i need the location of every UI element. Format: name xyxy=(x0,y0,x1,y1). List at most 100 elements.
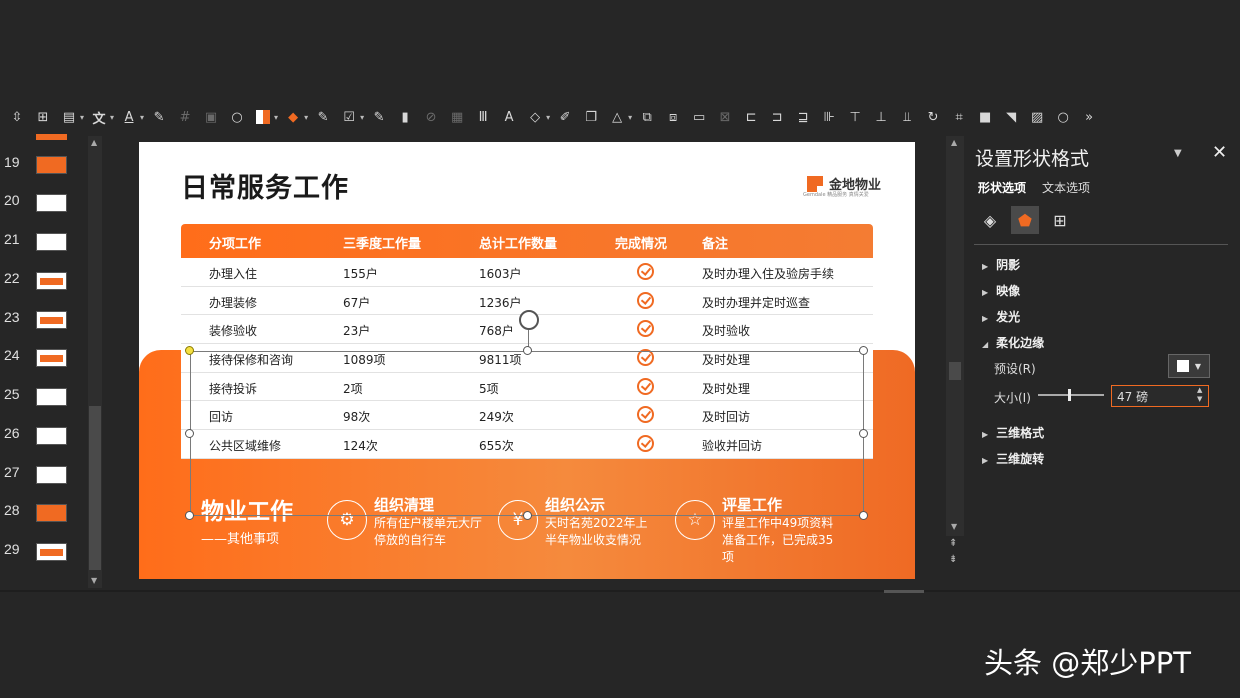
section-subheading[interactable]: ——其他事项 xyxy=(201,528,279,547)
size-properties-icon[interactable]: ⊞ xyxy=(1046,206,1074,234)
close-icon[interactable]: ✕ xyxy=(1212,142,1227,163)
chevron-down-icon[interactable]: ▾ xyxy=(140,113,144,122)
arrange-icon[interactable]: ⧉ xyxy=(636,106,658,128)
group-icon[interactable]: ⧈ xyxy=(662,106,684,128)
rotate-handle-icon[interactable] xyxy=(519,310,539,330)
thumbnail-21[interactable]: 21 xyxy=(0,231,86,253)
chevron-down-icon[interactable]: ▾ xyxy=(304,113,308,122)
scroll-thumb[interactable] xyxy=(949,362,961,380)
layers-icon[interactable]: ❐ xyxy=(580,106,602,128)
brush-icon[interactable]: ✐ xyxy=(554,106,576,128)
horizontal-scroll-thumb[interactable] xyxy=(884,590,924,593)
thumbnail-23[interactable]: 23 xyxy=(0,309,86,331)
square-icon[interactable]: ■ xyxy=(974,106,996,128)
section-reflection[interactable]: ▶ 映像 xyxy=(982,282,1020,299)
table-row[interactable]: 办理入住 155户 1603户 及时办理入住及验房手续 xyxy=(181,258,873,287)
tab-shape-options[interactable]: 形状选项 xyxy=(978,179,1026,196)
rotate-icon[interactable]: ↻ xyxy=(922,106,944,128)
slider-handle[interactable] xyxy=(1067,389,1071,401)
scroll-up-icon[interactable]: ▲ xyxy=(91,138,97,147)
fill-icon[interactable]: ◥ xyxy=(1000,106,1022,128)
thumbnail-20[interactable]: 20 xyxy=(0,192,86,214)
align-bottom-icon[interactable]: ⫫ xyxy=(896,106,918,128)
section-soft-edges[interactable]: ◢ 柔化边缘 xyxy=(982,334,1044,351)
preset-dropdown[interactable]: ▼ xyxy=(1168,354,1210,378)
eyedropper-icon[interactable]: ✎ xyxy=(368,106,390,128)
section-3d-rotation[interactable]: ▶ 三维旋转 xyxy=(982,450,1044,467)
image-icon[interactable]: ▨ xyxy=(1026,106,1048,128)
previous-slide-icon[interactable]: ⇞ xyxy=(949,538,957,549)
size-input[interactable] xyxy=(1111,385,1209,407)
columns-icon[interactable]: Ⅲ xyxy=(472,106,494,128)
chevron-down-icon[interactable]: ▾ xyxy=(628,113,632,122)
resize-handle-right[interactable] xyxy=(859,429,868,438)
pane-menu-icon[interactable]: ▼ xyxy=(1174,148,1182,159)
scroll-down-icon[interactable]: ▼ xyxy=(951,522,957,531)
shape-icon[interactable]: ◇ xyxy=(524,106,546,128)
align-icon[interactable]: ⊞ xyxy=(32,106,54,128)
chevron-down-icon[interactable]: ▾ xyxy=(110,113,114,122)
eyedropper-icon[interactable]: ✎ xyxy=(312,106,334,128)
delete-icon[interactable]: ⊠ xyxy=(714,106,736,128)
chevron-down-icon[interactable]: ▾ xyxy=(274,113,278,122)
eyedropper-icon[interactable]: ✎ xyxy=(148,106,170,128)
section-3d-format[interactable]: ▶ 三维格式 xyxy=(982,424,1044,441)
text-effect-icon[interactable]: A xyxy=(498,106,520,128)
slide-title[interactable]: 日常服务工作 xyxy=(181,166,349,205)
resize-handle-bottom-left[interactable] xyxy=(185,511,194,520)
chevron-down-icon[interactable]: ▾ xyxy=(360,113,364,122)
chevron-down-icon[interactable]: ▾ xyxy=(80,113,84,122)
thumbnail-19[interactable]: 19 xyxy=(0,154,86,176)
resize-handle-top-right[interactable] xyxy=(859,346,868,355)
align-middle-icon[interactable]: ⊥ xyxy=(870,106,892,128)
disabled-icon[interactable]: ⊘ xyxy=(420,106,442,128)
effects-icon[interactable]: ⬟ xyxy=(1011,206,1039,234)
resize-handle-left[interactable] xyxy=(185,429,194,438)
thumbnail-29[interactable]: 29 xyxy=(0,541,86,563)
fill-color-icon[interactable] xyxy=(252,106,274,128)
crop-icon[interactable]: ⌗ xyxy=(948,106,970,128)
circle-shape-icon[interactable]: ○ xyxy=(226,106,248,128)
picture-style-icon[interactable]: ▣ xyxy=(200,106,222,128)
size-slider[interactable] xyxy=(1038,394,1104,396)
image-adjust-icon[interactable]: △ xyxy=(606,106,628,128)
caption-icon[interactable]: ▭ xyxy=(688,106,710,128)
link-icon[interactable]: # xyxy=(174,106,196,128)
distribute-icon[interactable]: ⊪ xyxy=(818,106,840,128)
section-glow[interactable]: ▶ 发光 xyxy=(982,308,1020,325)
company-logo[interactable]: 金地物业 Gemdale 精品服务 真情关爱 xyxy=(803,174,881,198)
thumbnail-partial[interactable] xyxy=(36,134,67,140)
align-center-icon[interactable]: ⊐ xyxy=(766,106,788,128)
tab-text-options[interactable]: 文本选项 xyxy=(1042,179,1090,196)
outline-icon[interactable]: ☑ xyxy=(338,106,360,128)
select-icon[interactable]: ⇳ xyxy=(6,106,28,128)
thumbnail-24[interactable]: 24 xyxy=(0,347,86,369)
spinner-icon[interactable]: ▲ ▼ xyxy=(1197,386,1202,404)
paint-bucket-icon[interactable]: ◆ xyxy=(282,106,304,128)
resize-handle-top[interactable] xyxy=(523,346,532,355)
more-icon[interactable]: » xyxy=(1078,106,1100,128)
scroll-up-icon[interactable]: ▲ xyxy=(951,138,957,147)
thumbnail-25[interactable]: 25 xyxy=(0,386,86,408)
text-direction-icon[interactable]: 文 xyxy=(88,106,110,128)
editor-scrollbar[interactable]: ▲ ▼ xyxy=(946,136,964,536)
circle-icon[interactable]: ○ xyxy=(1052,106,1074,128)
scroll-thumb[interactable] xyxy=(89,406,101,570)
thumbnail-22[interactable]: 22 xyxy=(0,270,86,292)
chart-icon[interactable]: ▮ xyxy=(394,106,416,128)
adjust-handle[interactable] xyxy=(185,346,194,355)
resize-handle-bottom-right[interactable] xyxy=(859,511,868,520)
selection-box[interactable] xyxy=(190,351,864,516)
thumbnail-27[interactable]: 27 xyxy=(0,464,86,486)
section-shadow[interactable]: ▶ 阴影 xyxy=(982,256,1020,273)
font-color-icon[interactable]: A xyxy=(118,106,140,128)
thumbnail-scrollbar[interactable]: ▲ ▼ xyxy=(88,136,102,588)
textbox-icon[interactable]: ▤ xyxy=(58,106,80,128)
fill-line-icon[interactable]: ◈ xyxy=(976,206,1004,234)
align-left-icon[interactable]: ⊏ xyxy=(740,106,762,128)
chevron-down-icon[interactable]: ▾ xyxy=(546,113,550,122)
thumbnail-28[interactable]: 28 xyxy=(0,502,86,524)
align-right-icon[interactable]: ⊒ xyxy=(792,106,814,128)
resize-handle-bottom[interactable] xyxy=(523,511,532,520)
table-icon[interactable]: ▦ xyxy=(446,106,468,128)
